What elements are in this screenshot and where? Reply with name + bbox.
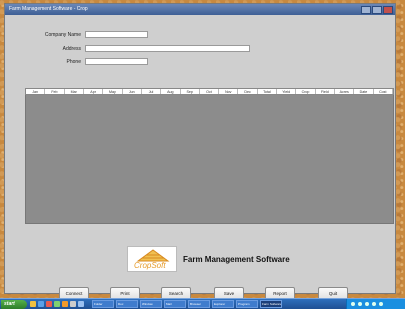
cropsoft-logo: CropSoft [127,246,177,272]
address-label: Address [62,45,81,52]
system-tray [346,299,405,309]
tray-icon[interactable] [358,302,362,306]
minimize-button[interactable] [361,6,371,14]
grid-column-header[interactable]: May [103,89,123,94]
grid-column-header[interactable]: Yield [277,89,297,94]
media-icon[interactable] [46,301,52,307]
grid-column-header[interactable]: Mar [65,89,84,94]
company-name-label: Company Name [44,31,81,38]
window-title: Farm Management Software - Crop [9,6,88,12]
grid-column-header[interactable]: Jan [26,89,46,94]
browser-icon[interactable] [38,301,44,307]
taskbar-task[interactable]: Folder [92,300,114,308]
company-row: Company Name [31,31,148,38]
app-tagline: Farm Management Software [183,255,290,264]
data-grid[interactable] [25,95,394,224]
grid-column-header[interactable]: Sep [181,89,200,94]
grid-column-header[interactable]: Acres [335,89,355,94]
window-controls [361,6,393,14]
grid-column-header[interactable]: Jul [142,89,162,94]
phone-label: Phone [66,58,81,65]
taskbar: start Folder Doc Window Mail Browser Exp… [0,298,405,309]
taskbar-task[interactable]: Doc [116,300,138,308]
grid-column-header[interactable]: Feb [45,89,65,94]
taskbar-task[interactable]: Mail [164,300,186,308]
grid-column-header[interactable]: Cost [374,89,393,94]
grid-column-header[interactable]: Jun [123,89,142,94]
quick-launch [30,301,84,307]
app-icon[interactable] [62,301,68,307]
taskbar-task[interactable]: Program [236,300,258,308]
taskbar-tasks: Folder Doc Window Mail Browser Explorer … [92,300,282,308]
phone-row: Phone [31,58,148,65]
taskbar-task[interactable]: Window [140,300,162,308]
address-row: Address [31,45,250,52]
grid-column-header[interactable]: Date [354,89,374,94]
taskbar-task[interactable]: Explorer [212,300,234,308]
phone-input[interactable] [85,58,148,65]
grid-column-header[interactable]: Crop [296,89,316,94]
grid-column-header[interactable]: Aug [161,89,181,94]
grid-header: Jan Feb Mar Apr May Jun Jul Aug Sep Oct … [25,88,394,95]
grid-column-header[interactable]: Field [316,89,335,94]
grid-column-header[interactable]: Apr [84,89,104,94]
folder-icon[interactable] [30,301,36,307]
close-button[interactable] [383,6,393,14]
grid-column-header[interactable]: Total [258,89,278,94]
company-name-input[interactable] [85,31,148,38]
grid-column-header[interactable]: Nov [219,89,239,94]
taskbar-task[interactable]: Browser [188,300,210,308]
app-icon[interactable] [78,301,84,307]
title-bar: Farm Management Software - Crop [5,4,395,15]
tray-icon[interactable] [379,302,383,306]
maximize-button[interactable] [372,6,382,14]
taskbar-task-active[interactable]: Farm Software [260,300,282,308]
app-icon[interactable] [70,301,76,307]
app-icon[interactable] [54,301,60,307]
grid-column-header[interactable]: Oct [200,89,220,94]
logo-text: CropSoft [134,261,166,270]
grid-column-header[interactable]: Dec [238,89,258,94]
start-button[interactable]: start [1,300,27,309]
app-window: Farm Management Software - Crop Company … [4,3,396,301]
tray-icon[interactable] [372,302,376,306]
tray-icon[interactable] [351,302,355,306]
address-input[interactable] [85,45,250,52]
tray-icon[interactable] [365,302,369,306]
